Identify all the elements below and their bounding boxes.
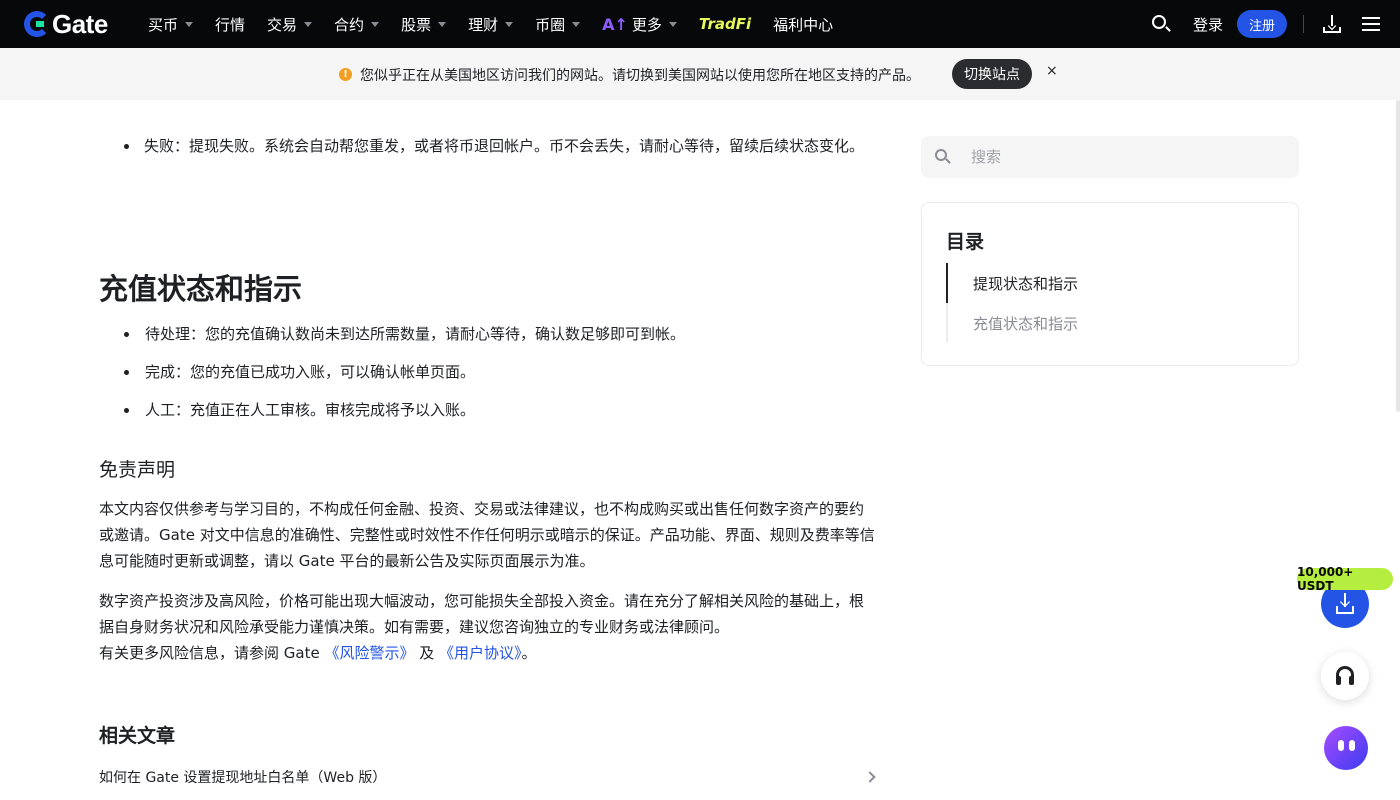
bot-eye-icon — [1338, 740, 1344, 751]
notice-text: 您似乎正在从美国地区访问我们的网站。请切换到美国网站以使用您所在地区支持的产品。 — [360, 68, 920, 84]
nav-label: 交易 — [267, 15, 298, 34]
toc-item-deposit[interactable]: 充值状态和指示 — [973, 313, 1078, 334]
nav-label: 币圈 — [535, 15, 566, 34]
region-notice-bar: ! 您似乎正在从美国地区访问我们的网站。请切换到美国网站以使用您所在地区支持的产… — [0, 48, 1400, 100]
warning-icon: ! — [339, 68, 352, 81]
risk-paragraph: 数字资产投资涉及高风险，价格可能出现大幅波动，您可能损失全部投入资金。请在充分了… — [99, 592, 865, 636]
close-icon[interactable]: × — [1046, 63, 1058, 79]
and-text: 及 — [414, 644, 440, 662]
risk-warning-link[interactable]: 《风险警示》 — [324, 644, 414, 662]
page-scrollbar[interactable] — [1396, 100, 1400, 412]
switch-site-button[interactable]: 切换站点 — [952, 59, 1032, 89]
list-item: 失败：提现失败。系统会自动帮您重发，或者将币退回帐户。币不会丢失，请耐心等待，留… — [99, 133, 879, 159]
toc-title: 目录 — [946, 231, 985, 253]
nav-label: 买币 — [148, 15, 179, 34]
nav-more[interactable]: A↑ 更多 — [602, 14, 677, 35]
nav-futures[interactable]: 合约 — [334, 14, 380, 35]
logo-text: Gate — [52, 8, 108, 39]
nav-stocks[interactable]: 股票 — [401, 14, 447, 35]
deposit-status-list: 待处理：您的充值确认数尚未到达所需数量，请耐心等待，确认数足够即可到帐。 完成：… — [99, 321, 879, 423]
nav-markets[interactable]: 行情 — [215, 14, 245, 35]
nav-earn[interactable]: 理财 — [468, 14, 514, 35]
list-item: 人工：充值正在人工审核。审核完成将予以入账。 — [99, 397, 879, 423]
tradfi-link[interactable]: TradFi — [699, 15, 751, 33]
disclaimer-paragraph: 本文内容仅供参考与学习目的，不构成任何金融、投资、交易或法律建议，也不构成购买或… — [99, 500, 875, 570]
nav-label: 合约 — [334, 15, 365, 34]
risk-links-paragraph: 有关更多风险信息，请参阅 Gate 《风险警示》 及 《用户协议》。 — [99, 640, 875, 666]
caret-down-icon — [304, 21, 313, 27]
nav-square[interactable]: 币圈 — [535, 14, 581, 35]
toc-item-withdraw[interactable]: 提现状态和指示 — [973, 273, 1078, 294]
table-of-contents: 目录 提现状态和指示 充值状态和指示 — [921, 202, 1299, 366]
toc-active-indicator — [946, 263, 948, 303]
top-nav-bar: Gate 买币 行情 交易 合约 股票 理财 币圈 A↑ 更多 TradFi 福利… — [0, 0, 1400, 48]
search-icon[interactable] — [1151, 14, 1171, 34]
nav-trade[interactable]: 交易 — [267, 14, 313, 35]
divider — [1303, 15, 1304, 33]
chevron-right-icon — [864, 771, 876, 783]
promo-badge[interactable]: 10,000+ USDT — [1297, 565, 1393, 593]
signup-button[interactable]: 注册 — [1237, 10, 1287, 38]
nav-label: 行情 — [215, 15, 246, 34]
ai-assistant-fab[interactable] — [1324, 726, 1368, 770]
ai-icon: A↑ — [602, 14, 628, 34]
nav-label: 更多 — [631, 15, 662, 34]
search-input[interactable] — [971, 136, 1281, 178]
nav-label: 福利中心 — [773, 15, 834, 34]
article-search — [921, 136, 1299, 178]
period: 。 — [521, 644, 537, 662]
header-tools: 登录 注册 — [1151, 0, 1400, 48]
caret-down-icon — [572, 21, 581, 27]
hamburger-menu-icon[interactable] — [1362, 17, 1380, 31]
caret-down-icon — [185, 21, 194, 27]
customer-support-fab[interactable] — [1321, 652, 1369, 700]
gate-logo[interactable]: Gate — [24, 8, 108, 39]
related-articles-heading: 相关文章 — [99, 725, 176, 747]
nav-label: 理财 — [468, 15, 499, 34]
download-icon[interactable] — [1322, 14, 1342, 34]
disclaimer-heading: 免责声明 — [99, 459, 176, 481]
main-nav: 买币 行情 交易 合约 股票 理财 币圈 A↑ 更多 TradFi 福利中心 — [148, 0, 855, 48]
related-article-item[interactable]: 如何在 Gate 设置提现地址白名单（Web 版） — [99, 767, 876, 787]
nav-label: 股票 — [401, 15, 432, 34]
toc-progress-rail — [946, 263, 948, 343]
caret-down-icon — [668, 21, 677, 27]
caret-down-icon — [505, 21, 514, 27]
nav-buy-crypto[interactable]: 买币 — [148, 14, 194, 35]
nav-welfare-center[interactable]: 福利中心 — [773, 14, 833, 35]
related-article-title: 如何在 Gate 设置提现地址白名单（Web 版） — [99, 770, 387, 786]
gate-logo-icon — [24, 11, 50, 37]
list-item: 完成：您的充值已成功入账，可以确认帐单页面。 — [99, 359, 879, 385]
deposit-status-heading: 充值状态和指示 — [99, 272, 303, 306]
withdraw-status-list: 失败：提现失败。系统会自动帮您重发，或者将币退回帐户。币不会丢失，请耐心等待，留… — [99, 133, 879, 159]
user-agreement-link[interactable]: 《用户协议》 — [439, 644, 522, 662]
caret-down-icon — [371, 21, 380, 27]
risk-links-prefix: 有关更多风险信息，请参阅 Gate — [99, 644, 325, 662]
search-icon — [935, 149, 951, 165]
list-item: 待处理：您的充值确认数尚未到达所需数量，请耐心等待，确认数足够即可到帐。 — [99, 321, 879, 347]
caret-down-icon — [438, 21, 447, 27]
bot-eye-icon — [1349, 740, 1355, 751]
login-link[interactable]: 登录 — [1193, 14, 1223, 35]
